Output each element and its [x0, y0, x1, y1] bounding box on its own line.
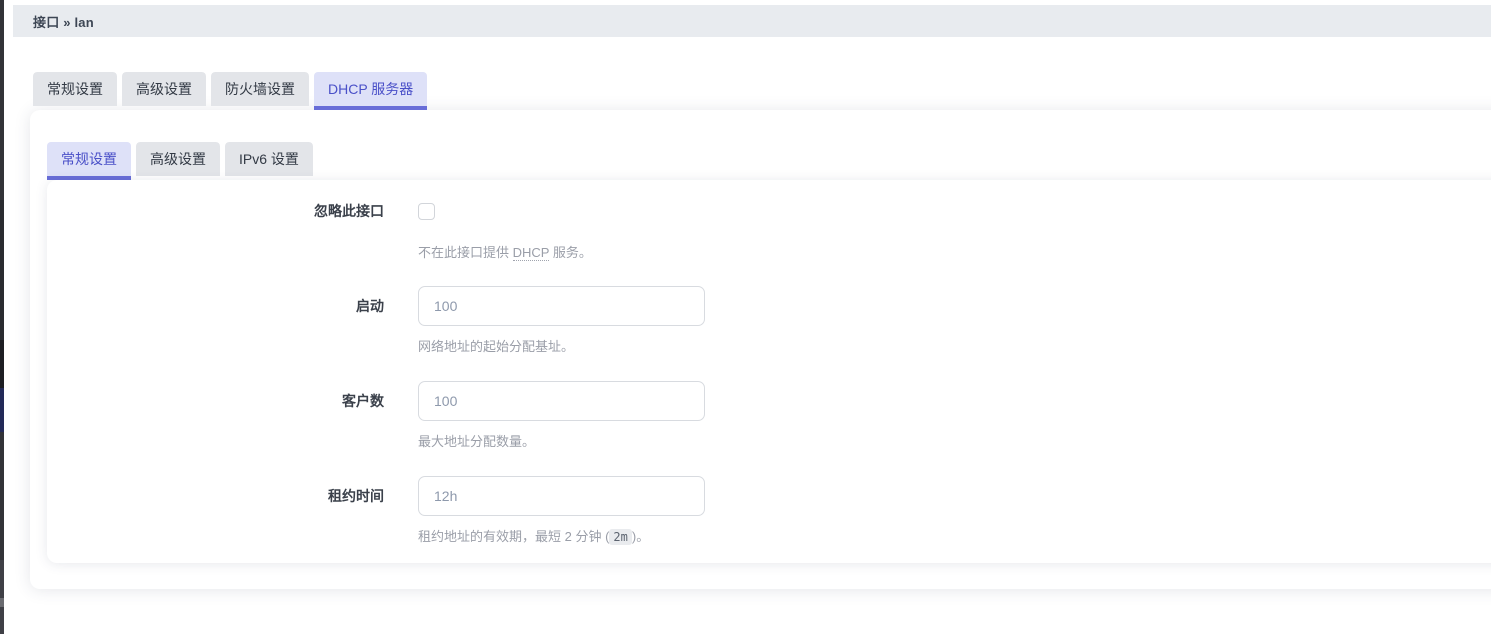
breadcrumb: 接口 » lan [33, 14, 94, 30]
dhcp-server-panel: 常规设置 高级设置 IPv6 设置 忽略此接口 不在此接口提供 DHCP 服务。… [30, 110, 1491, 589]
window-edge-segment [0, 388, 4, 432]
dhcp-abbr: DHCP [512, 245, 550, 261]
start-description: 网络地址的起始分配基址。 [418, 339, 575, 354]
subtab-advanced-settings[interactable]: 高级设置 [136, 142, 220, 180]
tab-general-settings[interactable]: 常规设置 [33, 72, 117, 110]
window-edge-segment [0, 340, 4, 388]
breadcrumb-bar: 接口 » lan [13, 5, 1491, 37]
limit-description: 最大地址分配数量。 [418, 434, 536, 449]
lease-time-code: 2m [609, 529, 632, 545]
form-row-lease-time: 租约时间 租约地址的有效期，最短 2 分钟 (2m)。 [47, 476, 1491, 546]
tab-dhcp-server[interactable]: DHCP 服务器 [314, 72, 428, 110]
page-content: 常规设置 高级设置 防火墙设置 DHCP 服务器 常规设置 高级设置 IPv6 … [0, 37, 1491, 589]
limit-label: 客户数 [342, 393, 384, 409]
start-input[interactable] [418, 286, 705, 326]
window-edge-strip [0, 0, 4, 634]
window-edge-segment [0, 560, 4, 634]
tab-firewall-settings[interactable]: 防火墙设置 [211, 72, 309, 110]
subtab-ipv6-settings[interactable]: IPv6 设置 [225, 142, 313, 180]
window-edge-segment [0, 598, 4, 607]
main-tab-bar: 常规设置 高级设置 防火墙设置 DHCP 服务器 [33, 72, 1491, 110]
lease-time-label: 租约时间 [328, 488, 384, 504]
dhcp-sub-tab-bar: 常规设置 高级设置 IPv6 设置 [47, 142, 1491, 180]
window-edge-segment [0, 200, 4, 340]
subtab-general-settings[interactable]: 常规设置 [47, 142, 131, 180]
lease-time-input[interactable] [418, 476, 705, 516]
tab-advanced-settings[interactable]: 高级设置 [122, 72, 206, 110]
ignore-interface-checkbox[interactable] [418, 203, 435, 220]
form-row-ignore-interface: 忽略此接口 不在此接口提供 DHCP 服务。 [47, 202, 1491, 262]
form-row-start: 启动 网络地址的起始分配基址。 [47, 286, 1491, 356]
form-row-limit: 客户数 最大地址分配数量。 [47, 381, 1491, 451]
ignore-interface-label: 忽略此接口 [314, 203, 384, 219]
ignore-interface-description: 不在此接口提供 DHCP 服务。 [418, 245, 592, 261]
dhcp-general-form: 忽略此接口 不在此接口提供 DHCP 服务。 启动 网络地址的起始分配基址。 客… [47, 180, 1491, 563]
lease-time-description: 租约地址的有效期，最短 2 分钟 (2m)。 [418, 529, 650, 545]
limit-input[interactable] [418, 381, 705, 421]
start-label: 启动 [356, 298, 384, 314]
